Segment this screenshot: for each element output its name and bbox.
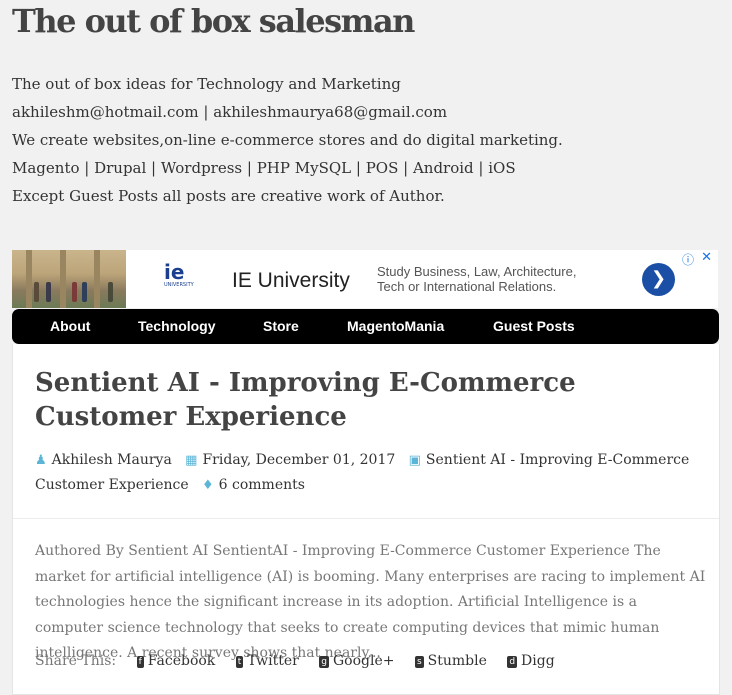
description-line: akhileshm@hotmail.com | akhileshmaurya68… [12,103,448,121]
user-icon: ♟ [35,453,47,468]
stumbleupon-icon: s [414,656,424,668]
divider [13,518,719,519]
main-nav: About Technology Store MagentoMania Gues… [12,309,719,344]
facebook-icon: f [136,656,144,668]
site-title[interactable]: The out of box salesman [12,2,415,40]
share-digg-button[interactable]: d Digg [507,653,555,669]
nav-item-technology[interactable]: Technology [138,309,216,344]
comments-icon: ♦ [202,478,214,493]
share-stumble-button[interactable]: s Stumble [414,653,487,669]
post-card: Sentient AI - Improving E-Commerce Custo… [12,344,720,695]
ad-text: Study Business, Law, Architecture, Tech … [377,264,577,294]
share-twitter-button[interactable]: t Twitter [235,653,299,669]
nav-item-about[interactable]: About [50,309,90,344]
digg-icon: d [507,656,518,668]
nav-item-guest-posts[interactable]: Guest Posts [493,309,575,344]
share-label: Share This: [35,653,117,669]
share-googleplus-button[interactable]: g Google+ [319,653,394,669]
post-comments[interactable]: 6 comments [219,477,305,493]
share-bar: Share This: f Facebook t Twitter g Google+ … [35,653,555,669]
post-excerpt: Authored By Sentient AI SentientAI - Imp… [35,543,706,661]
post-title[interactable]: Sentient AI - Improving E-Commerce Custo… [35,366,695,434]
folder-icon: ▣ [408,453,421,468]
description-line: We create websites,on-line e-commerce st… [12,131,563,149]
close-icon[interactable]: ✕ [701,250,712,265]
ad-photo [12,250,126,308]
google-plus-icon: g [319,656,329,668]
post-meta: ♟ Akhilesh Maurya ▦ Friday, December 01, 2… [35,448,695,498]
nav-item-store[interactable]: Store [263,309,299,344]
ad-brand-name[interactable]: IE University [232,269,350,293]
post-author[interactable]: Akhilesh Maurya [52,452,172,468]
nav-item-magentomania[interactable]: MagentoMania [347,309,444,344]
description-line: The out of box ideas for Technology and … [12,75,401,93]
ad-banner[interactable]: ie UNIVERSITY IE University Study Busine… [12,250,718,308]
description-line: Except Guest Posts all posts are creativ… [12,187,445,205]
ie-university-logo: ie UNIVERSITY [164,260,194,288]
share-facebook-button[interactable]: f Facebook [136,653,215,669]
description-line: Magento | Drupal | Wordpress | PHP MySQL… [12,159,516,177]
post-date: Friday, December 01, 2017 [202,452,396,468]
calendar-icon: ▦ [185,453,198,468]
site-description: The out of box ideas for Technology and … [12,70,563,210]
info-icon[interactable]: ⓘ [682,251,694,268]
twitter-icon: t [235,656,244,668]
chevron-right-icon[interactable]: ❯ [642,263,675,296]
